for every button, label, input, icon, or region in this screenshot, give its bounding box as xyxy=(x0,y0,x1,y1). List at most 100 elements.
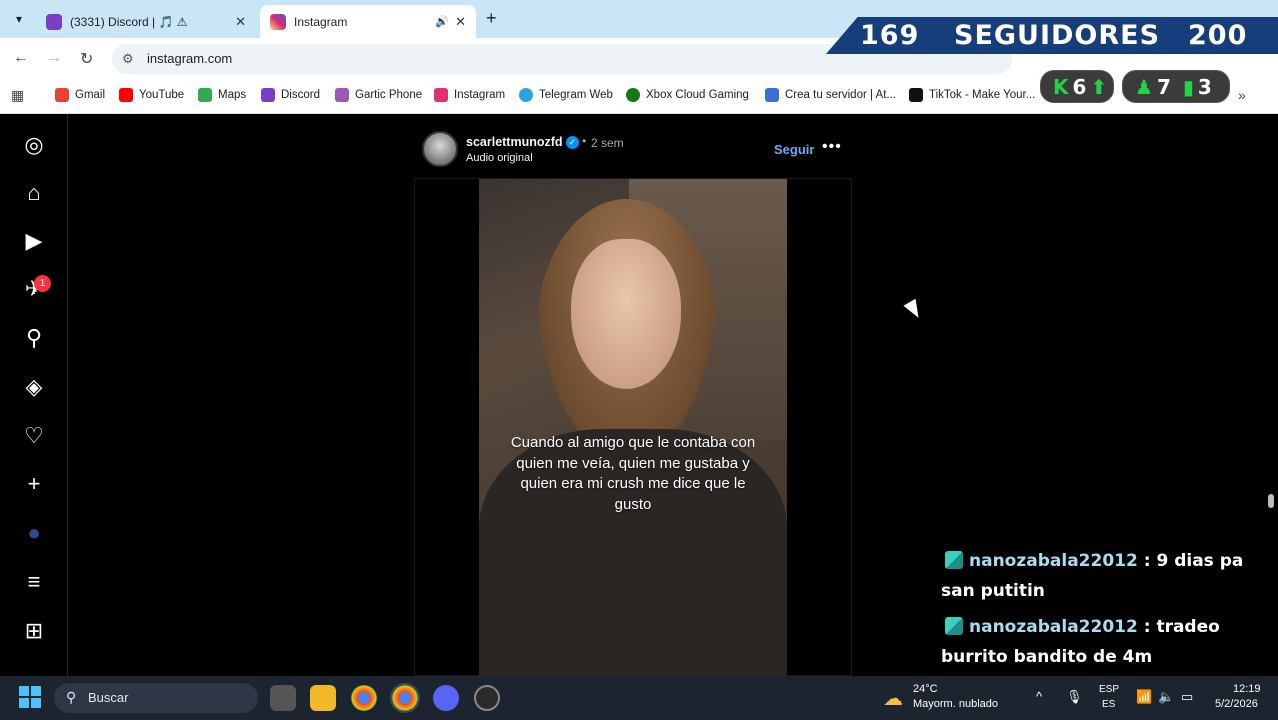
stat-right-value: 3 xyxy=(1197,74,1212,99)
bookmark-crea-servidor[interactable]: Crea tu servidor | At... xyxy=(765,88,896,102)
followers-current: 169 xyxy=(860,20,920,51)
post-header: scarlettmunozfd ✓ • 2 sem Audio original… xyxy=(414,128,852,176)
home-icon[interactable]: ⌂ xyxy=(21,180,47,206)
address-text[interactable]: instagram.com xyxy=(147,51,232,66)
reel-video[interactable]: Cuando al amigo que le contaba con quien… xyxy=(479,179,787,677)
file-explorer-icon[interactable] xyxy=(310,685,336,711)
bookmark-instagram[interactable]: Instagram xyxy=(434,88,505,102)
follow-button[interactable]: Seguir xyxy=(774,142,814,157)
mouse-cursor-icon xyxy=(903,298,925,322)
chat-message: nanozabala22012 : 9 dias pa san putitin xyxy=(941,546,1278,606)
discord-app-icon[interactable] xyxy=(433,685,459,711)
bookmark-label: Instagram xyxy=(454,89,506,101)
stat-left-value: 6 xyxy=(1072,74,1087,99)
verified-icon: ✓ xyxy=(566,136,579,149)
bookmark-maps[interactable]: Maps xyxy=(198,88,246,102)
search-icon[interactable]: ⚲ xyxy=(21,325,47,351)
stat-pill-right: ♟ 7 ▮ 3 xyxy=(1122,70,1230,103)
apps-grid-icon[interactable]: ▦ xyxy=(11,87,24,104)
post-time: 2 sem xyxy=(591,136,624,150)
taskbar-search[interactable]: ⚲ Buscar xyxy=(54,683,258,713)
language-bottom[interactable]: ES xyxy=(1102,699,1115,710)
xbox-icon xyxy=(626,88,640,102)
server-icon xyxy=(765,88,779,102)
profile-avatar-icon[interactable]: ● xyxy=(21,520,47,546)
person-icon: ♟ xyxy=(1135,74,1153,99)
more-apps-icon[interactable]: ⊞ xyxy=(21,618,47,644)
bookmark-telegram[interactable]: Telegram Web xyxy=(519,88,613,102)
chrome-active-icon[interactable] xyxy=(390,683,420,713)
followers-goal: 200 xyxy=(1188,20,1248,51)
tab-title: Instagram xyxy=(294,14,348,29)
bookmark-label: Crea tu servidor | At... xyxy=(785,89,897,101)
clock-time[interactable]: 12:19 xyxy=(1233,683,1261,695)
notification-badge: 1 xyxy=(34,275,51,292)
windows-start-icon[interactable] xyxy=(19,686,41,708)
chat-username: nanozabala22012 xyxy=(969,551,1138,571)
tab-search-button[interactable]: ▾ xyxy=(8,8,30,30)
close-tab-icon[interactable]: ✕ xyxy=(455,14,466,30)
stat-pill-left: K 6 ⬆ xyxy=(1040,70,1114,103)
bookmark-discord[interactable]: Discord xyxy=(261,88,320,102)
site-settings-icon[interactable]: ⚙ xyxy=(122,51,134,67)
stream-chat: nanozabala22012 : 9 dias pa san putitin … xyxy=(941,544,1278,674)
tab-title: (3331) Discord | 🎵 ⚠ xyxy=(70,14,188,29)
discord-icon xyxy=(261,88,275,102)
tab-discord[interactable]: (3331) Discord | 🎵 ⚠ ✕ xyxy=(36,5,256,38)
kick-icon: K xyxy=(1053,74,1069,99)
bookmark-xbox[interactable]: Xbox Cloud Gaming xyxy=(626,88,749,102)
battery-icon[interactable]: ▭ xyxy=(1181,689,1193,705)
reels-icon[interactable]: ▶ xyxy=(21,228,47,254)
bookmark-gartic-phone[interactable]: Gartic Phone xyxy=(335,88,422,102)
bookmark-gmail[interactable]: Gmail xyxy=(55,88,105,102)
bookmark-tiktok[interactable]: TikTok - Make Your... xyxy=(909,88,1035,102)
bookmark-label: Gartic Phone xyxy=(355,89,423,101)
notifications-heart-icon[interactable]: ♡ xyxy=(21,423,47,449)
arrow-up-icon: ⬆ xyxy=(1090,74,1108,99)
tiktok-icon xyxy=(909,88,923,102)
bookmark-label: Discord xyxy=(281,89,320,101)
close-tab-icon[interactable]: ✕ xyxy=(235,14,246,30)
bookmark-youtube[interactable]: YouTube xyxy=(119,88,184,102)
task-view-icon[interactable] xyxy=(270,685,296,711)
bookmark-label: Telegram Web xyxy=(539,89,613,101)
search-placeholder[interactable]: Buscar xyxy=(88,690,128,705)
reload-icon[interactable]: ↻ xyxy=(80,49,93,69)
more-options-icon[interactable]: ••• xyxy=(822,138,842,156)
post-media[interactable]: Cuando al amigo que le contaba con quien… xyxy=(414,178,852,677)
instagram-icon xyxy=(434,88,448,102)
explore-icon[interactable]: ◈ xyxy=(21,374,47,400)
more-bookmarks-icon[interactable]: » xyxy=(1238,87,1246,103)
post-audio[interactable]: Audio original xyxy=(466,152,533,164)
new-tab-button[interactable]: + xyxy=(486,8,497,29)
instagram-logo-icon[interactable]: ◎ xyxy=(21,132,47,158)
language-top[interactable]: ESP xyxy=(1099,684,1119,695)
forward-arrow-icon[interactable]: → xyxy=(46,49,62,67)
speaker-icon[interactable]: 🔊 xyxy=(435,15,449,28)
weather-cloud-icon[interactable]: ☁ xyxy=(883,686,903,711)
bars-icon: ▮ xyxy=(1182,74,1194,99)
bookmark-label: TikTok - Make Your... xyxy=(929,89,1036,101)
wifi-icon[interactable]: 📶 xyxy=(1136,689,1152,705)
clock-date[interactable]: 5/2/2026 xyxy=(1215,698,1258,710)
search-icon: ⚲ xyxy=(66,689,77,705)
volume-icon[interactable]: 🔈 xyxy=(1158,689,1174,705)
weather-temperature[interactable]: 24°C xyxy=(913,683,938,695)
create-plus-icon[interactable]: + xyxy=(21,471,47,497)
post-username[interactable]: scarlettmunozfd xyxy=(466,135,563,149)
discord-favicon-icon xyxy=(46,13,62,30)
microphone-icon[interactable]: 🎙 xyxy=(1066,689,1083,705)
tab-instagram[interactable]: Instagram 🔊 ✕ xyxy=(260,5,476,38)
video-subject-face xyxy=(571,239,681,389)
instagram-sidebar: ◎ ⌂ ▶ ✈ ⚲ ◈ ♡ + ● ≡ ⊞ xyxy=(0,114,68,676)
weather-description[interactable]: Mayorm. nublado xyxy=(913,698,998,710)
chevron-up-icon[interactable]: ^ xyxy=(1036,689,1042,704)
menu-icon[interactable]: ≡ xyxy=(21,569,47,595)
stat-mid-value: 7 xyxy=(1156,74,1171,99)
scroll-thumb[interactable] xyxy=(1268,494,1274,508)
user-avatar[interactable] xyxy=(422,131,458,167)
chrome-icon[interactable] xyxy=(351,685,377,711)
obs-icon[interactable] xyxy=(474,685,500,711)
windows-taskbar: ⚲ Buscar ☁ 24°C Mayorm. nublado ^ 🎙 ESP … xyxy=(0,676,1278,720)
back-arrow-icon[interactable]: ← xyxy=(13,49,29,67)
